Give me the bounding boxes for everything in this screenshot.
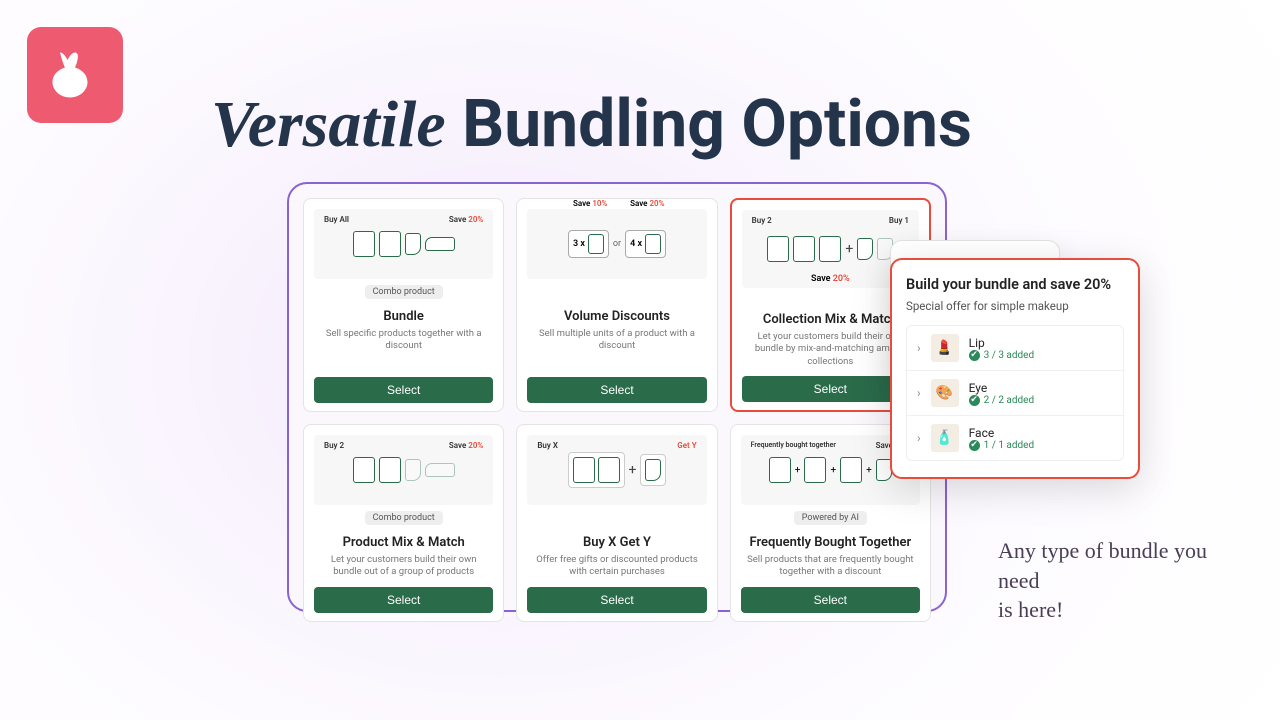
card-title: Bundle <box>383 309 423 324</box>
app-logo <box>27 27 123 123</box>
card-buy-x-get-y: Buy X Get Y + Buy X Get Y Offer free gif… <box>516 424 717 622</box>
ill-label-right: Save 20% <box>449 441 483 450</box>
mult-box: Save 10% 3 x <box>568 230 609 258</box>
product-icon <box>804 457 826 483</box>
rabbit-icon <box>45 45 105 105</box>
product-icon <box>819 236 841 262</box>
chevron-right-icon: › <box>917 341 921 355</box>
product-icon <box>379 231 401 257</box>
popup-title: Build your bundle and save 20% <box>906 276 1124 293</box>
product-icon <box>425 463 455 477</box>
product-icon <box>767 236 789 262</box>
popup-row-eye[interactable]: › 🎨 Eye 2 / 2 added <box>907 371 1123 416</box>
plus-icon: + <box>845 241 853 257</box>
heading-rest: Bundling Options <box>446 86 972 163</box>
row-name: Lip <box>969 336 1034 350</box>
card-illustration: Buy 2 Save 20% <box>314 435 493 505</box>
options-panel: Buy All Save 20% Combo product Bundle Se… <box>287 182 947 612</box>
chevron-right-icon: › <box>917 431 921 445</box>
card-desc: Sell multiple units of a product with a … <box>527 328 706 369</box>
select-button[interactable]: Select <box>527 377 706 403</box>
product-thumb: 🧴 <box>931 424 959 452</box>
product-icon <box>769 457 791 483</box>
card-title: Collection Mix & Match <box>763 312 898 327</box>
popup-row-lip[interactable]: › 💄 Lip 3 / 3 added <box>907 326 1123 371</box>
card-desc: Sell products that are frequently bought… <box>741 554 920 579</box>
card-bundle: Buy All Save 20% Combo product Bundle Se… <box>303 198 504 412</box>
row-status: 2 / 2 added <box>969 395 1034 406</box>
product-thumb: 🎨 <box>931 379 959 407</box>
tagline-text: Any type of bundle you need is here! <box>998 536 1238 625</box>
card-pill: Powered by AI <box>794 511 867 525</box>
card-title: Frequently Bought Together <box>749 535 911 550</box>
ill-label-right: Save 20% <box>449 215 483 224</box>
product-icon <box>425 237 455 251</box>
card-illustration: Save 10% 3 x or Save 20% 4 x <box>527 209 706 279</box>
ill-label-right: Buy 1 <box>889 216 909 225</box>
product-icon <box>353 457 375 483</box>
product-icon <box>840 457 862 483</box>
bundle-popup: Build your bundle and save 20% Special o… <box>890 258 1140 479</box>
card-desc: Offer free gifts or discounted products … <box>527 554 706 579</box>
or-text: or <box>613 239 621 249</box>
row-name: Eye <box>969 381 1034 395</box>
product-icon <box>793 236 815 262</box>
heading-italic: Versatile <box>211 88 446 161</box>
ill-label-left: Buy 2 <box>752 216 772 225</box>
product-icon <box>353 231 375 257</box>
product-icon <box>598 457 620 483</box>
card-volume-discounts: Save 10% 3 x or Save 20% 4 x Volume Disc… <box>516 198 717 412</box>
card-title: Volume Discounts <box>564 309 670 324</box>
product-icon <box>573 457 595 483</box>
product-icon <box>405 459 421 481</box>
card-illustration: Buy X Get Y + <box>527 435 706 505</box>
select-button[interactable]: Select <box>314 377 493 403</box>
page-heading: Versatile Bundling Options <box>211 86 972 163</box>
select-button[interactable]: Select <box>741 587 920 613</box>
card-pill: Combo product <box>365 511 443 525</box>
card-title: Product Mix & Match <box>343 535 465 550</box>
ill-label-left: Buy 2 <box>324 441 344 450</box>
popup-subtitle: Special offer for simple makeup <box>906 299 1124 313</box>
chevron-right-icon: › <box>917 386 921 400</box>
product-icon <box>857 238 873 260</box>
ill-label-left: Buy X <box>537 441 558 450</box>
product-icon <box>405 233 421 255</box>
popup-list: › 💄 Lip 3 / 3 added › 🎨 Eye 2 / 2 added … <box>906 325 1124 461</box>
ill-label-right: Get Y <box>677 441 696 450</box>
ill-label-left: Frequently bought together <box>751 441 836 449</box>
row-status: 3 / 3 added <box>969 350 1034 361</box>
ill-label-left: Buy All <box>324 215 349 224</box>
card-pill: Combo product <box>365 285 443 299</box>
select-button[interactable]: Select <box>314 587 493 613</box>
product-icon <box>645 459 661 481</box>
card-desc: Let your customers build their own bundl… <box>314 554 493 579</box>
card-illustration: Buy All Save 20% <box>314 209 493 279</box>
row-status: 1 / 1 added <box>969 440 1034 451</box>
card-product-mix-match: Buy 2 Save 20% Combo product Product Mix… <box>303 424 504 622</box>
select-button[interactable]: Select <box>527 587 706 613</box>
popup-row-face[interactable]: › 🧴 Face 1 / 1 added <box>907 416 1123 460</box>
mult-box: Save 20% 4 x <box>625 230 666 258</box>
card-title: Buy X Get Y <box>583 535 651 550</box>
row-name: Face <box>969 426 1034 440</box>
product-thumb: 💄 <box>931 334 959 362</box>
product-icon <box>379 457 401 483</box>
card-desc: Sell specific products together with a d… <box>314 328 493 369</box>
plus-icon: + <box>629 462 637 478</box>
